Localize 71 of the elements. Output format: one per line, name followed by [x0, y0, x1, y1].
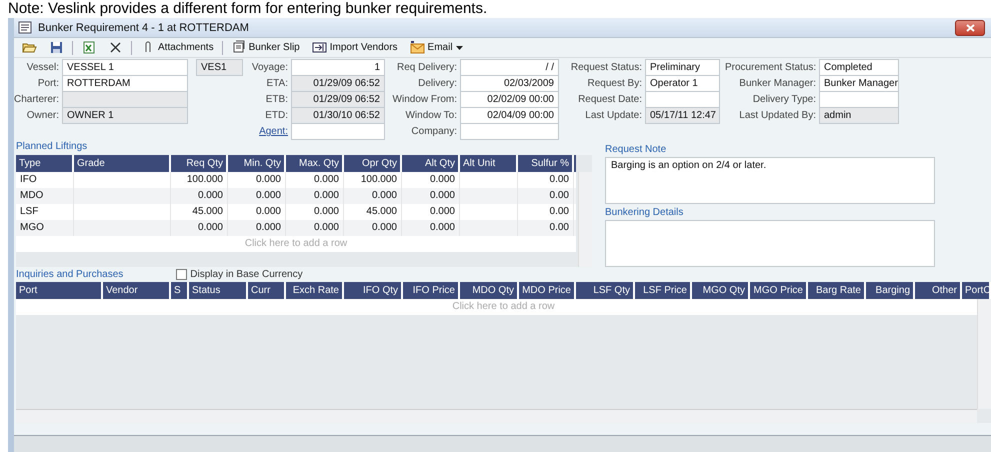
toolbar-button[interactable]: Bunker Slip — [226, 39, 304, 56]
toolbar-button[interactable]: Import Vendors — [308, 39, 402, 56]
document-stack-icon — [230, 40, 246, 55]
field-label: ETA: — [266, 77, 289, 91]
input-field[interactable]: VESSEL 1 — [62, 59, 188, 76]
input-field[interactable] — [645, 91, 720, 108]
section-title: Inquiries and Purchases — [16, 268, 124, 282]
section-title: Request Note — [605, 143, 666, 157]
caret-icon — [456, 46, 463, 50]
field-label: Request Date: — [577, 93, 643, 107]
envelope-icon — [410, 40, 425, 55]
input-field[interactable] — [62, 91, 188, 108]
input-field[interactable]: 01/30/10 06:52 — [291, 107, 385, 124]
toolbar-button[interactable]: Email — [406, 39, 467, 56]
delete-icon — [108, 40, 123, 55]
input-field[interactable] — [460, 123, 559, 140]
input-field[interactable]: 02/02/09 00:00 — [460, 91, 559, 108]
scrollbar[interactable] — [977, 299, 991, 409]
details-field[interactable] — [605, 220, 935, 267]
input-field[interactable]: 1 — [291, 59, 385, 76]
field-label: Last Update: — [584, 109, 643, 123]
field-label: Voyage: — [250, 61, 289, 75]
field-label: Window From: — [392, 93, 458, 107]
field-label: Vessel: — [26, 61, 60, 75]
field-label: Company: — [410, 125, 458, 139]
field-label: Charterer: — [14, 93, 60, 107]
close-icon — [966, 24, 974, 32]
input-field[interactable] — [819, 91, 899, 108]
note-field[interactable]: Barging is an option on 2/4 or later. — [605, 157, 935, 204]
close-button[interactable] — [955, 20, 985, 36]
input-field[interactable]: Completed — [819, 59, 899, 76]
field-label: ETB: — [264, 93, 289, 107]
input-field[interactable]: 02/03/2009 — [460, 75, 559, 92]
field-label: Last Updated By: — [738, 109, 817, 123]
window-icon — [18, 21, 32, 34]
field-label: Req Delivery: — [396, 61, 458, 75]
field-label: Delivery Type: — [752, 93, 817, 107]
input-field[interactable]: OWNER 1 — [62, 107, 188, 124]
input-field[interactable]: ROTTERDAM — [62, 75, 188, 92]
import-icon — [312, 40, 327, 55]
field-label: Procurement Status: — [725, 61, 818, 75]
field-label: Request Status: — [570, 61, 643, 75]
input-field[interactable] — [291, 123, 385, 140]
input-field[interactable]: Preliminary — [645, 59, 720, 76]
field-link[interactable]: Agent: — [248, 124, 291, 140]
input-field[interactable]: 01/29/09 06:52 — [291, 75, 385, 92]
section-title: Bunkering Details — [605, 206, 684, 220]
input-field[interactable]: Bunker Manager — [819, 75, 899, 92]
input-field[interactable]: 05/17/11 12:47 — [645, 107, 720, 124]
field-label: Window To: — [404, 109, 458, 123]
display-currency-checkbox[interactable]: Display in Base Currency — [176, 269, 303, 280]
input-field[interactable]: admin — [819, 107, 899, 124]
scrollbar[interactable] — [16, 409, 977, 423]
note-text: Note: Veslink provides a different form for entering bunker requirements. — [7, 0, 488, 18]
window-title: Bunker Requirement 4 - 1 at ROTTERDAM — [38, 22, 249, 34]
checkbox[interactable] — [176, 269, 188, 280]
field-label: Port: — [36, 77, 60, 91]
input-field[interactable]: / / — [460, 59, 559, 76]
section-title: Planned Liftings — [16, 140, 88, 154]
field-label: Delivery: — [417, 77, 458, 91]
field-label: Owner: — [26, 109, 60, 123]
save-icon — [49, 40, 64, 55]
input-field[interactable]: 02/04/09 00:00 — [460, 107, 559, 124]
input-field[interactable]: 01/29/09 06:52 — [291, 91, 385, 108]
toolbar-button[interactable]: Attachments — [136, 39, 218, 56]
spreadsheet-icon — [81, 40, 96, 55]
input-field[interactable]: VES1 — [196, 59, 243, 76]
field-label: ETD: — [264, 109, 289, 123]
field-label: Bunker Manager: — [738, 77, 817, 91]
field-label: Request By: — [586, 77, 643, 91]
input-field[interactable]: Operator 1 — [645, 75, 720, 92]
